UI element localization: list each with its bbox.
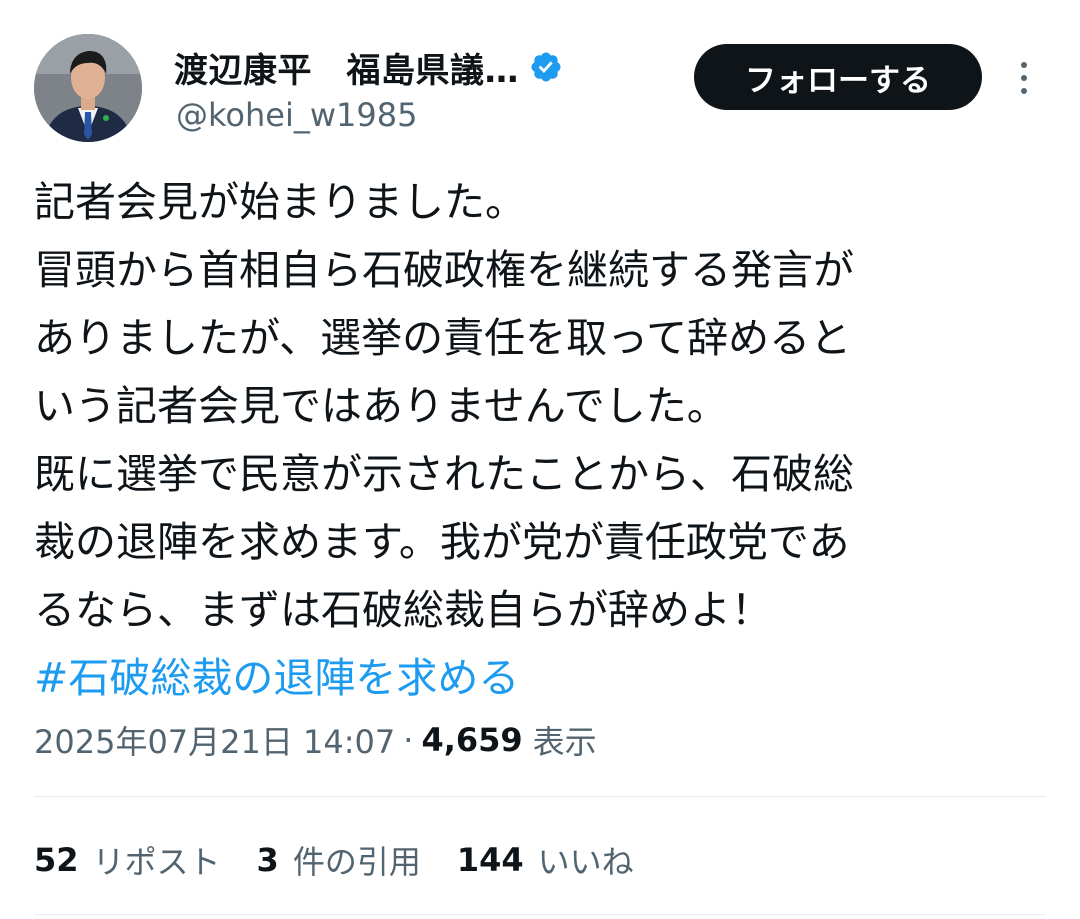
quotes-label: 件の引用: [292, 843, 421, 881]
author-handle[interactable]: @kohei_w1985: [176, 96, 417, 134]
follow-button[interactable]: フォローする: [694, 44, 982, 110]
tweet-line: るなら、まずは石破総裁自らが辞めよ！: [34, 586, 772, 634]
tweet-line: 記者会見が始まりました。: [34, 178, 526, 226]
avatar[interactable]: [34, 34, 142, 142]
reposts-stat[interactable]: 52 リポスト: [34, 837, 221, 883]
tweet-meta: 2025年07月21日 14:07 · 4,659 表示: [34, 712, 597, 768]
divider: [34, 796, 1046, 797]
author-display-name[interactable]: 渡辺康平 福島県議…: [174, 43, 519, 92]
reposts-label: リポスト: [92, 843, 221, 881]
reposts-count: 52: [34, 841, 79, 879]
likes-label: いいね: [537, 843, 634, 881]
divider: [34, 914, 1046, 915]
tweet-text: 記者会見が始まりました。 冒頭から首相自ら石破政権を継続する発言が ありましたが…: [34, 168, 1044, 712]
tweet-line: いう記者会見ではありませんでした。: [34, 382, 728, 430]
hashtag-link[interactable]: #石破総裁の退陣を求める: [34, 644, 1044, 712]
more-options-icon[interactable]: [1008, 56, 1040, 100]
author-name-row[interactable]: 渡辺康平 福島県議…: [174, 43, 563, 92]
tweet-line: 冒頭から首相自ら石破政権を継続する発言が: [34, 246, 854, 294]
dot: [1021, 62, 1027, 68]
quotes-count: 3: [256, 841, 279, 879]
avatar-photo: [34, 34, 142, 142]
quotes-stat[interactable]: 3 件の引用: [257, 837, 421, 883]
views-label: 表示: [532, 723, 597, 761]
likes-stat[interactable]: 144 いいね: [457, 837, 634, 883]
dot: [1021, 88, 1027, 94]
meta-separator: ·: [403, 721, 414, 759]
tweet-line: ありましたが、選挙の責任を取って辞めると: [34, 314, 852, 362]
verified-badge-icon: [529, 50, 563, 84]
tweet-timestamp[interactable]: 2025年07月21日 14:07: [34, 717, 395, 763]
engagement-stats: 52 リポスト 3 件の引用 144 いいね: [34, 830, 670, 890]
views-count: 4,659: [421, 721, 523, 759]
tweet-line: 裁の退陣を求めます。我が党が責任政党であ: [34, 518, 850, 566]
dot: [1021, 75, 1027, 81]
tweet-line: 既に選挙で民意が示されたことから、石破総: [34, 450, 854, 498]
likes-count: 144: [456, 841, 524, 879]
